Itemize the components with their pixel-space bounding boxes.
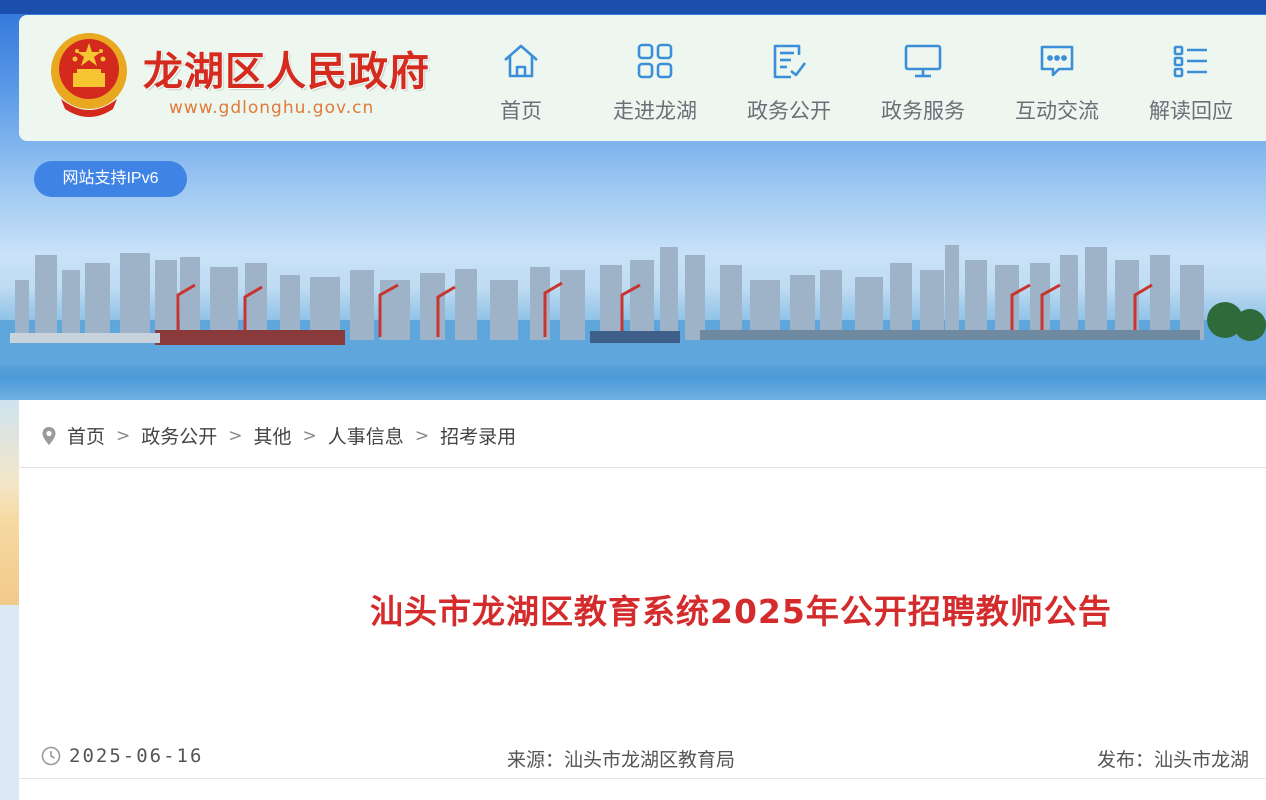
breadcrumb-link-recruitment[interactable]: 招考录用	[440, 422, 516, 449]
ipv6-badge[interactable]: 网站支持IPv6	[34, 161, 187, 197]
breadcrumb-link-home[interactable]: 首页	[67, 422, 105, 449]
breadcrumb-separator: >	[302, 425, 317, 446]
site-url: www.gdlonghu.gov.cn	[169, 98, 375, 118]
breadcrumb-separator: >	[414, 425, 430, 446]
grid-icon	[637, 43, 673, 79]
article-date: 2025-06-16	[41, 745, 203, 767]
top-strip	[0, 0, 1266, 14]
monitor-icon	[904, 44, 942, 78]
site-title[interactable]: 龙湖区人民政府	[143, 39, 430, 97]
left-decoration	[0, 400, 19, 605]
nav-label: 走进龙湖	[613, 99, 697, 123]
nav-item-interaction[interactable]: 互动交流	[990, 35, 1124, 135]
content-panel: 首页 > 政务公开 > 其他 > 人事信息 > 招考录用 汕头市龙湖区教育系统2…	[19, 400, 1266, 800]
nav-label: 政务公开	[747, 99, 831, 123]
clock-icon	[41, 746, 61, 766]
edge-fragment	[1261, 496, 1266, 510]
national-emblem-logo[interactable]	[47, 29, 131, 117]
breadcrumb-link-gov-info[interactable]: 政务公开	[141, 422, 217, 449]
home-icon	[504, 44, 538, 78]
document-edit-icon	[773, 44, 807, 79]
left-decoration-lower	[0, 605, 19, 800]
breadcrumb-link-personnel[interactable]: 人事信息	[328, 422, 404, 449]
article-title: 汕头市龙湖区教育系统2025年公开招聘教师公告	[370, 592, 1112, 631]
breadcrumb-link-other[interactable]: 其他	[254, 422, 292, 449]
breadcrumb: 首页 > 政务公开 > 其他 > 人事信息 > 招考录用	[41, 422, 516, 449]
nav-label: 首页	[500, 99, 542, 123]
article-publisher: 发布：汕头市龙湖	[1097, 749, 1250, 771]
nav-item-home[interactable]: 首页	[454, 35, 588, 135]
city-skyline-image	[0, 245, 1266, 365]
nav-item-about[interactable]: 走进龙湖	[588, 35, 722, 135]
breadcrumb-separator: >	[116, 425, 131, 446]
nav-item-interpretation[interactable]: 解读回应	[1124, 35, 1258, 135]
chat-bubble-icon	[1040, 45, 1074, 77]
divider	[19, 778, 1266, 779]
nav-item-gov-info[interactable]: 政务公开	[722, 35, 856, 135]
nav-item-gov-service[interactable]: 政务服务	[856, 35, 990, 135]
nav-label: 解读回应	[1149, 99, 1233, 123]
divider	[19, 467, 1266, 468]
date-value: 2025-06-16	[69, 745, 204, 767]
article-source: 来源：汕头市龙湖区教育局	[507, 749, 736, 771]
site-header: 龙湖区人民政府 www.gdlonghu.gov.cn 首页 走进龙湖 政务公开	[19, 15, 1266, 141]
nav-label: 互动交流	[1015, 99, 1099, 123]
location-pin-icon	[42, 426, 56, 445]
breadcrumb-separator: >	[228, 425, 243, 446]
nav-label: 政务服务	[881, 99, 965, 123]
list-icon	[1173, 45, 1207, 78]
